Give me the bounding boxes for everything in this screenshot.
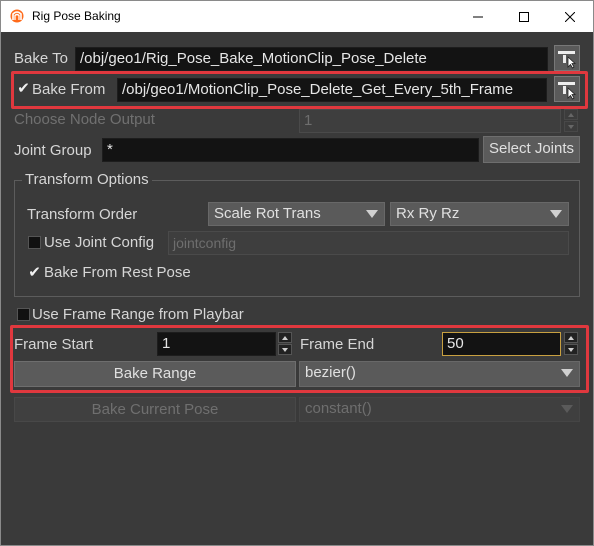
- frame-start-field[interactable]: 1: [157, 332, 276, 356]
- bake-rest-pose-checkbox[interactable]: ✔: [28, 265, 41, 280]
- frame-end-field[interactable]: 50: [442, 332, 561, 356]
- transform-options-label: Transform Options: [22, 171, 152, 188]
- node-output-label: Choose Node Output: [14, 111, 155, 128]
- use-playbar-range-label: Use Frame Range from Playbar: [32, 306, 244, 323]
- houdini-logo-icon: [10, 9, 24, 23]
- bake-from-checkbox[interactable]: ✔: [17, 81, 30, 96]
- title-bar: Rig Pose Baking: [1, 1, 593, 32]
- node-picker-icon: [558, 82, 577, 100]
- maximize-button[interactable]: [501, 1, 547, 32]
- minimize-icon: [473, 16, 483, 17]
- bake-from-field[interactable]: /obj/geo1/MotionClip_Pose_Delete_Get_Eve…: [117, 78, 547, 102]
- node-output-field[interactable]: 1: [299, 109, 561, 133]
- chevron-down-icon: [561, 405, 573, 413]
- bake-current-interp-value: constant(): [305, 400, 372, 417]
- use-joint-config-label: Use Joint Config: [44, 234, 155, 251]
- frame-end-label: Frame End: [300, 336, 375, 353]
- maximize-icon: [519, 11, 529, 22]
- joint-group-label: Joint Group: [14, 142, 92, 159]
- close-icon: [565, 11, 575, 22]
- frame-end-spinner[interactable]: [564, 332, 578, 356]
- chevron-down-icon: [366, 210, 378, 218]
- joint-group-field[interactable]: *: [102, 138, 479, 162]
- node-output-spinner[interactable]: [564, 109, 578, 133]
- dialog-content: Bake To /obj/geo1/Rig_Pose_Bake_MotionCl…: [1, 32, 593, 545]
- close-button[interactable]: [547, 1, 593, 32]
- bake-from-label: Bake From: [32, 81, 106, 98]
- transform-order-value: Scale Rot Trans: [214, 205, 321, 222]
- joint-config-field[interactable]: jointconfig: [168, 231, 569, 255]
- transform-order-label: Transform Order: [27, 206, 138, 223]
- minimize-button[interactable]: [455, 1, 501, 32]
- use-playbar-range-checkbox[interactable]: [17, 308, 30, 321]
- use-joint-config-checkbox[interactable]: [28, 236, 41, 249]
- bake-rest-pose-label: Bake From Rest Pose: [44, 264, 191, 281]
- transform-order-dropdown[interactable]: Scale Rot Trans: [208, 202, 385, 226]
- bake-to-label: Bake To: [14, 50, 68, 67]
- node-picker-icon: [558, 51, 577, 69]
- bake-to-picker-button[interactable]: [554, 45, 580, 71]
- bake-to-field[interactable]: /obj/geo1/Rig_Pose_Bake_MotionClip_Pose_…: [75, 47, 548, 71]
- rotation-order-dropdown[interactable]: Rx Ry Rz: [390, 202, 569, 226]
- select-joints-button[interactable]: Select Joints: [483, 136, 580, 163]
- bake-range-button[interactable]: Bake Range: [14, 361, 296, 387]
- bake-range-interp-value: bezier(): [305, 364, 356, 381]
- window-title: Rig Pose Baking: [32, 9, 121, 23]
- rig-pose-baking-window: Rig Pose Baking Bake To /obj/geo1/Rig_Po…: [0, 0, 594, 546]
- bake-current-interp-dropdown[interactable]: constant(): [299, 397, 580, 422]
- frame-start-label: Frame Start: [14, 336, 94, 353]
- chevron-down-icon: [561, 369, 573, 377]
- rotation-order-value: Rx Ry Rz: [396, 205, 460, 222]
- chevron-down-icon: [550, 210, 562, 218]
- bake-range-interp-dropdown[interactable]: bezier(): [299, 361, 580, 387]
- bake-from-picker-button[interactable]: [554, 76, 580, 102]
- bake-current-pose-button[interactable]: Bake Current Pose: [14, 397, 296, 422]
- frame-start-spinner[interactable]: [278, 332, 292, 356]
